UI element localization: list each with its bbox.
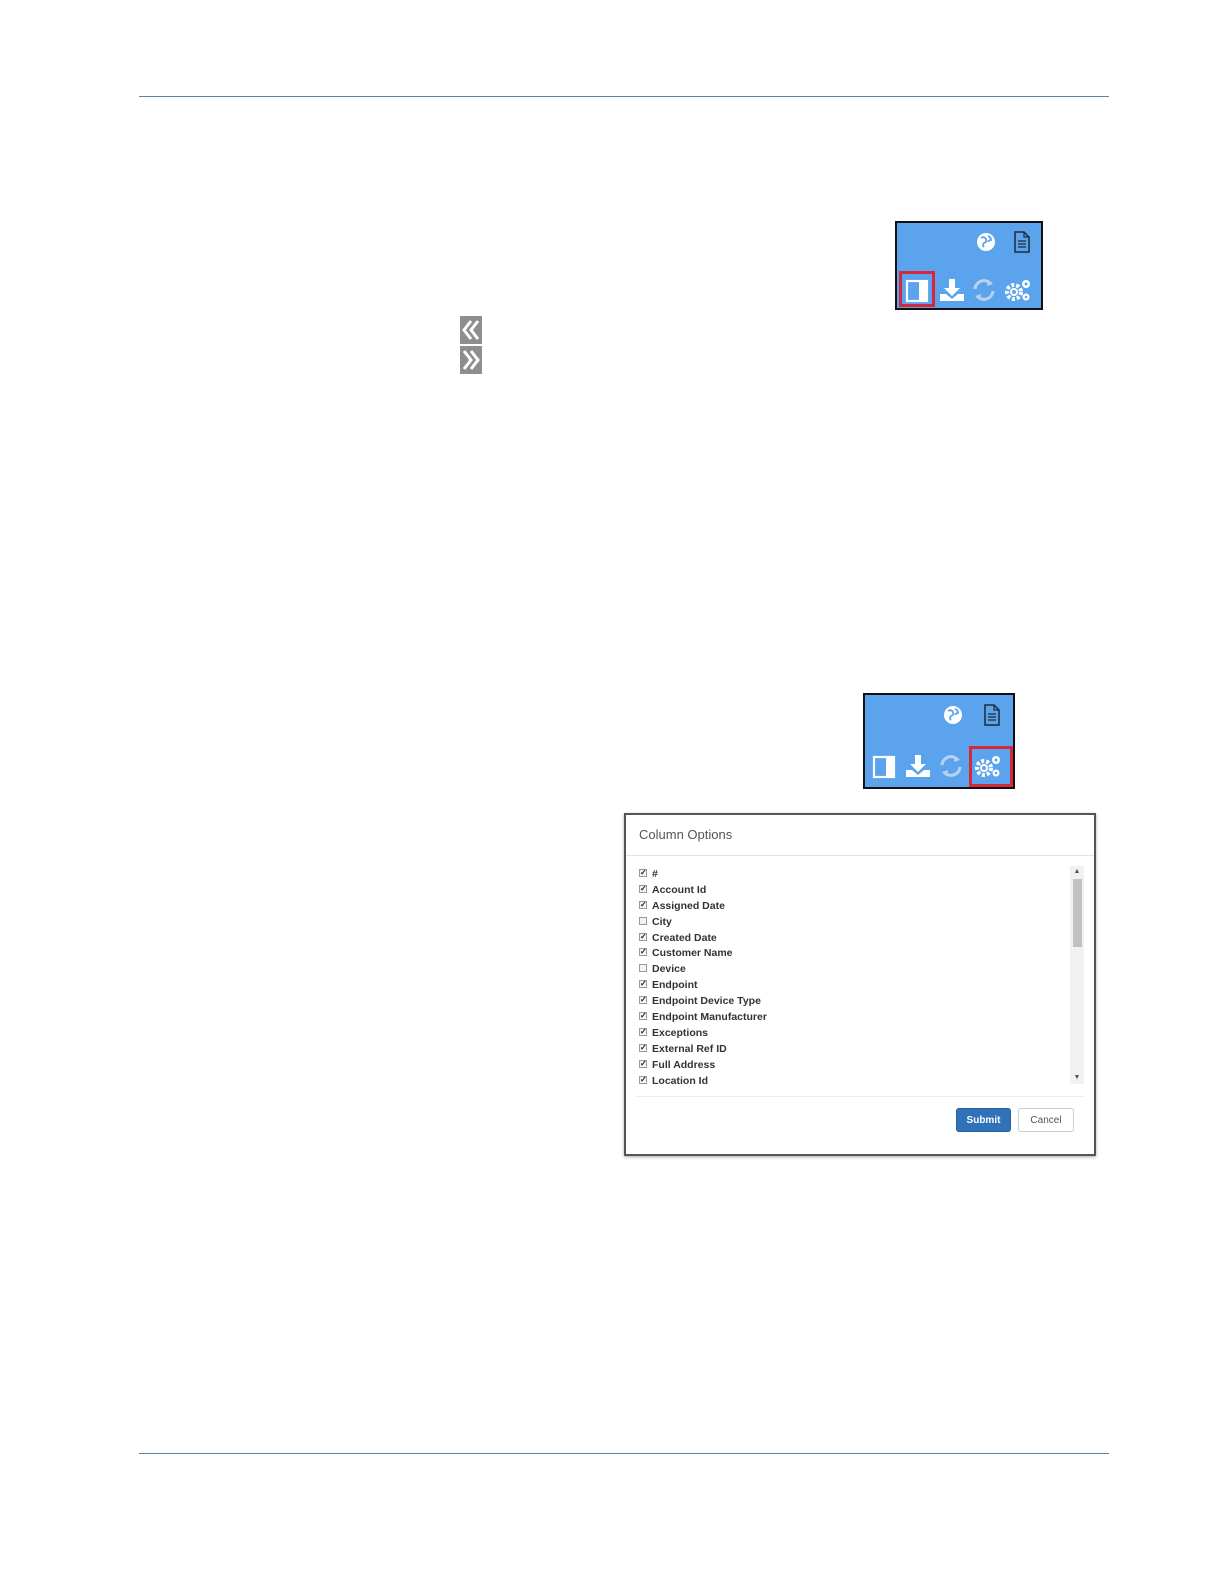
toolbar-screenshot-panel (895, 221, 1043, 310)
divider (636, 1096, 1084, 1097)
list-item[interactable]: ✓ Account Id (638, 882, 1068, 898)
refresh-icon[interactable] (971, 277, 997, 303)
refresh-icon[interactable] (938, 753, 964, 779)
gears-icon[interactable] (1003, 276, 1033, 304)
checkbox[interactable] (639, 916, 647, 925)
document-icon[interactable] (1012, 230, 1032, 254)
footer-rule (139, 1453, 1109, 1454)
panel-toggle-icon[interactable] (872, 755, 896, 779)
document-icon[interactable] (982, 703, 1002, 727)
toolbar-screenshot-settings (863, 693, 1015, 789)
checkbox[interactable]: ✓ (639, 1012, 647, 1021)
list-item[interactable]: City (638, 914, 1068, 930)
globe-icon[interactable] (942, 704, 964, 726)
globe-icon[interactable] (975, 231, 997, 253)
checkbox[interactable]: ✓ (639, 900, 647, 909)
list-item[interactable]: ✓ Endpoint (638, 977, 1068, 993)
list-item[interactable]: ✓ Endpoint Device Type (638, 993, 1068, 1009)
scroll-thumb[interactable] (1073, 879, 1082, 947)
double-chevron-left-icon (462, 320, 480, 340)
checkbox[interactable]: ✓ (639, 980, 647, 989)
list-item[interactable]: ✓ # (638, 866, 1068, 882)
scroll-down-icon[interactable]: ▼ (1070, 1072, 1084, 1084)
expand-panel-button[interactable] (460, 346, 482, 374)
scroll-up-icon[interactable]: ▲ (1070, 866, 1084, 878)
download-icon[interactable] (938, 277, 966, 303)
list-item[interactable]: ✓ Created Date (638, 930, 1068, 946)
submit-button[interactable]: Submit (956, 1108, 1011, 1132)
list-item[interactable]: Device (638, 961, 1068, 977)
divider (626, 855, 1094, 856)
checkbox[interactable]: ✓ (639, 1027, 647, 1036)
list-item[interactable]: ✓ External Ref ID (638, 1041, 1068, 1057)
cancel-button[interactable]: Cancel (1018, 1108, 1074, 1132)
scrollbar[interactable]: ▲ ▼ (1070, 866, 1084, 1084)
list-item[interactable]: ✓ Assigned Date (638, 898, 1068, 914)
checkbox[interactable]: ✓ (639, 1075, 647, 1084)
dialog-title: Column Options (639, 827, 733, 842)
checkbox[interactable]: ✓ (639, 1059, 647, 1068)
highlight-panel-toggle (899, 271, 935, 307)
double-chevron-right-icon (462, 350, 480, 370)
collapse-panel-button[interactable] (460, 316, 482, 344)
list-item[interactable]: ✓ Customer Name (638, 945, 1068, 961)
list-item[interactable]: ✓ Exceptions (638, 1025, 1068, 1041)
checkbox[interactable]: ✓ (639, 932, 647, 941)
checkbox[interactable]: ✓ (639, 948, 647, 957)
checkbox[interactable]: ✓ (639, 1043, 647, 1052)
checkbox[interactable]: ✓ (639, 884, 647, 893)
highlight-settings (969, 746, 1013, 787)
checkbox[interactable]: ✓ (639, 869, 647, 877)
column-list[interactable]: ✓ # ✓ Account Id ✓ Assigned Date City ✓ Crea… (638, 866, 1068, 1084)
header-rule (139, 96, 1109, 97)
checkbox[interactable] (639, 964, 647, 973)
list-item[interactable]: ✓ Location Id (638, 1073, 1068, 1084)
download-icon[interactable] (904, 753, 932, 779)
list-item[interactable]: ✓ Endpoint Manufacturer (638, 1009, 1068, 1025)
checkbox[interactable]: ✓ (639, 996, 647, 1005)
list-item[interactable]: ✓ Full Address (638, 1057, 1068, 1073)
column-options-dialog: Column Options ✓ # ✓ Account Id ✓ Assigned … (624, 813, 1096, 1156)
